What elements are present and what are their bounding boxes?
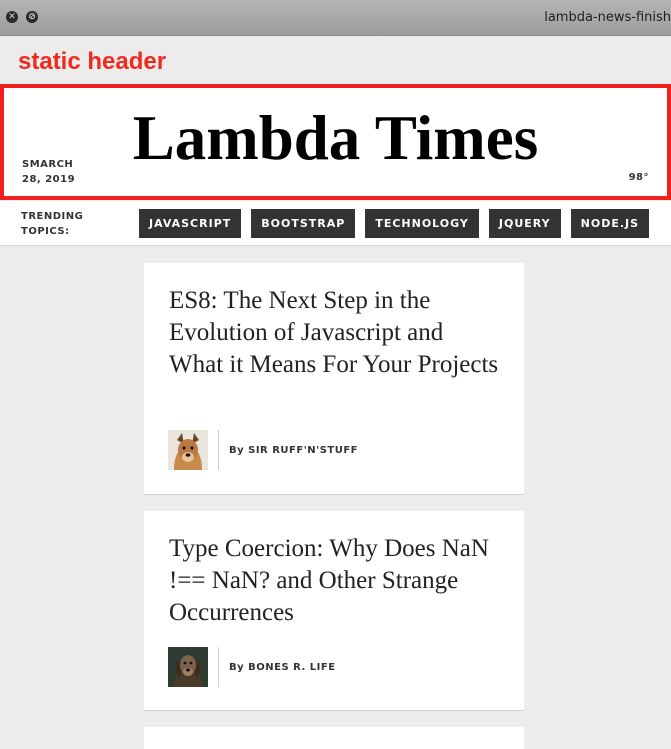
author-divider: [218, 647, 219, 687]
article-headline[interactable]: Type Coercion: Why Does NaN !== NaN? and…: [169, 533, 499, 629]
brand-title: Lambda Times: [132, 103, 539, 173]
tab-jquery[interactable]: JQUERY: [488, 209, 561, 238]
article-byline: By SIR RUFF'N'STUFF: [229, 444, 359, 456]
close-icon[interactable]: ✕: [6, 11, 18, 23]
article-author: By SIR RUFF'N'STUFF: [168, 430, 358, 470]
site-header: SMARCH 28, 2019 Lambda Times 98°: [0, 84, 671, 200]
topics-title-line1: TRENDING: [21, 211, 84, 222]
annotation-label: static header: [18, 48, 167, 75]
minimize-icon[interactable]: ⊘: [26, 11, 38, 23]
topics-title: TRENDING TOPICS:: [21, 209, 101, 239]
dog-avatar-icon: [168, 647, 208, 687]
article-byline: By BONES R. LIFE: [229, 661, 336, 673]
article-card[interactable]: [144, 727, 524, 749]
tab-bootstrap[interactable]: BOOTSTRAP: [251, 209, 356, 238]
article-card[interactable]: Type Coercion: Why Does NaN !== NaN? and…: [144, 511, 524, 711]
tab-javascript[interactable]: JAVASCRIPT: [139, 209, 242, 238]
topics-bar: TRENDING TOPICS: JAVASCRIPT BOOTSTRAP TE…: [0, 201, 671, 246]
window-titlebar: ✕ ⊘ lambda-news-finish: [0, 0, 671, 36]
dog-avatar-icon: [168, 430, 208, 470]
topic-tabs: JAVASCRIPT BOOTSTRAP TECHNOLOGY JQUERY N…: [139, 209, 659, 238]
tab-nodejs[interactable]: NODE.JS: [570, 209, 650, 238]
topics-title-line2: TOPICS:: [21, 226, 70, 237]
tab-technology[interactable]: TECHNOLOGY: [365, 209, 479, 238]
article-author: By BONES R. LIFE: [168, 647, 336, 687]
article-card[interactable]: ES8: The Next Step in the Evolution of J…: [144, 263, 524, 495]
window-title: lambda-news-finish: [544, 10, 671, 25]
header-temperature: 98°: [628, 172, 649, 183]
author-divider: [218, 430, 219, 470]
article-headline[interactable]: ES8: The Next Step in the Evolution of J…: [169, 285, 499, 381]
